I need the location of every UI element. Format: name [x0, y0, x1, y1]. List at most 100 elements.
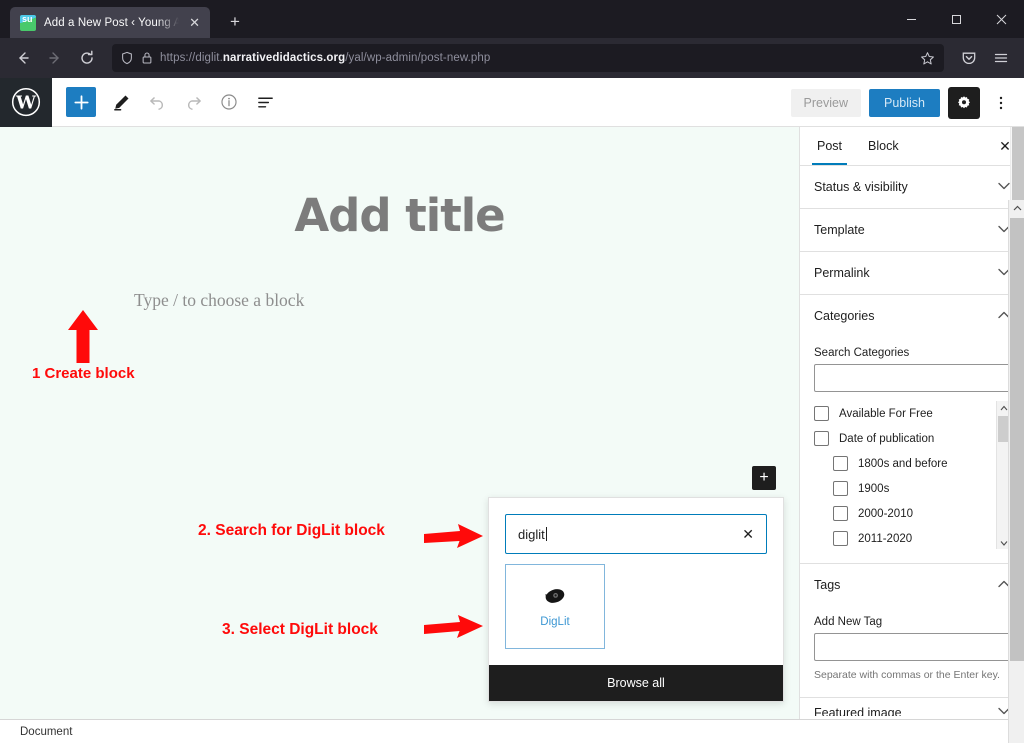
pocket-icon[interactable] [954, 43, 984, 73]
url-text: https://diglit.narrativedidactics.org/ya… [160, 52, 491, 64]
tags-panel-body: Add New Tag Separate with commas or the … [800, 606, 1024, 698]
tab-strip: Add a New Post ‹ Young Adult L ✕ + [0, 0, 1024, 38]
post-title-placeholder[interactable]: Add title [0, 189, 799, 242]
categories-checkbox-list: Available For Free Date of publication 1… [814, 401, 1010, 549]
svg-text:W: W [15, 93, 37, 114]
status-bar: Document [0, 719, 1024, 743]
panel-tags-label: Tags [814, 578, 841, 592]
annotation-arrow-up-icon [66, 309, 100, 369]
category-item[interactable]: 1900s [814, 476, 994, 501]
tags-help-text: Separate with commas or the Enter key. [814, 669, 1000, 681]
navigation-bar: https://diglit.narrativedidactics.org/ya… [0, 38, 1024, 78]
panel-permalink[interactable]: Permalink [800, 252, 1024, 295]
browser-chrome: Add a New Post ‹ Young Adult L ✕ + [0, 0, 1024, 78]
panel-status-visibility-label: Status & visibility [814, 180, 908, 194]
wordpress-logo[interactable]: W [0, 77, 52, 127]
shield-icon[interactable] [120, 51, 134, 65]
block-search-input[interactable]: diglit ✕ [505, 514, 767, 554]
search-categories-input[interactable] [814, 364, 1010, 392]
category-label: Date of publication [839, 432, 935, 445]
toolbar-tools [52, 85, 282, 119]
list-view-icon[interactable] [248, 85, 282, 119]
preview-button[interactable]: Preview [790, 88, 861, 117]
clear-search-icon[interactable]: ✕ [740, 526, 756, 543]
editor-toolbar: W Preview Publish [0, 77, 1024, 127]
reload-icon[interactable] [72, 43, 102, 73]
panel-featured-image[interactable]: Featured image [800, 698, 1024, 716]
minimize-button[interactable] [889, 0, 934, 38]
maximize-button[interactable] [934, 0, 979, 38]
redo-icon[interactable] [176, 85, 210, 119]
category-checkbox[interactable] [833, 481, 848, 496]
add-new-tag-input[interactable] [814, 633, 1010, 661]
category-checkbox[interactable] [833, 531, 848, 546]
panel-permalink-label: Permalink [814, 266, 870, 280]
tab-post[interactable]: Post [804, 127, 855, 165]
settings-sidebar: Post Block ✕ Status & visibility Templat… [799, 127, 1024, 743]
info-icon[interactable] [212, 85, 246, 119]
pencil-icon[interactable] [104, 85, 138, 119]
panel-template[interactable]: Template [800, 209, 1024, 252]
window-controls [889, 0, 1024, 38]
toolbar-actions: Preview Publish [790, 78, 1014, 127]
category-item[interactable]: 2011-2020 [814, 526, 994, 549]
block-result-label: DigLit [540, 616, 570, 628]
panel-categories[interactable]: Categories [800, 295, 1024, 337]
annotation-step-2: 2. Search for DigLit block [198, 522, 385, 539]
paragraph-block[interactable]: Type / to choose a block [0, 290, 799, 311]
page-scroll-up-icon[interactable] [1009, 200, 1024, 216]
paragraph-placeholder: Type / to choose a block [134, 290, 305, 310]
forward-arrow-icon[interactable] [40, 43, 70, 73]
new-tab-button[interactable]: + [224, 11, 246, 32]
panel-tags[interactable]: Tags [800, 564, 1024, 606]
kebab-menu-icon[interactable] [988, 87, 1014, 119]
block-search-value: diglit [518, 527, 740, 542]
category-checkbox[interactable] [814, 406, 829, 421]
add-new-tag-label: Add New Tag [814, 616, 883, 628]
chevron-down-icon [998, 182, 1010, 193]
publish-button[interactable]: Publish [869, 88, 940, 117]
category-item[interactable]: Available For Free [814, 401, 994, 426]
panel-featured-image-label: Featured image [814, 705, 902, 716]
star-icon[interactable] [916, 47, 938, 69]
editor-canvas[interactable]: Add title Type / to choose a block + dig… [0, 127, 799, 743]
site-favicon [20, 14, 36, 31]
category-label: 2011-2020 [858, 532, 913, 545]
page-vertical-scrollbar[interactable] [1008, 200, 1024, 743]
panel-status-visibility[interactable]: Status & visibility [800, 166, 1024, 209]
page-scroll-thumb[interactable] [1010, 218, 1024, 661]
annotation-arrow-right-2-icon [424, 523, 484, 558]
browser-tab[interactable]: Add a New Post ‹ Young Adult L ✕ [10, 7, 210, 38]
tab-close-icon[interactable]: ✕ [187, 14, 202, 31]
category-item[interactable]: 1800s and before [814, 451, 994, 476]
add-block-button[interactable] [66, 87, 96, 117]
gear-icon[interactable] [948, 86, 980, 119]
category-item[interactable]: Date of publication [814, 426, 994, 451]
panel-template-label: Template [814, 223, 865, 237]
category-label: 1800s and before [858, 457, 948, 470]
hamburger-menu-icon[interactable] [986, 43, 1016, 73]
close-button[interactable] [979, 0, 1024, 38]
status-bar-label: Document [20, 725, 73, 738]
block-result-diglit[interactable]: DigLit [505, 564, 605, 649]
category-label: 1900s [858, 482, 890, 495]
tab-block[interactable]: Block [855, 127, 912, 165]
lock-icon[interactable] [141, 51, 153, 65]
annotation-step-3: 3. Select DigLit block [222, 621, 378, 638]
categories-panel-body: Search Categories Available For Free Dat… [800, 337, 1024, 564]
category-checkbox[interactable] [814, 431, 829, 446]
back-arrow-icon[interactable] [8, 43, 38, 73]
browse-all-button[interactable]: Browse all [489, 665, 783, 701]
editor-body: Add title Type / to choose a block + dig… [0, 127, 1024, 743]
search-categories-label: Search Categories [814, 347, 910, 359]
block-inserter-button[interactable]: + [752, 466, 776, 490]
popover-search-area: diglit ✕ [489, 498, 783, 564]
sidebar-tabs: Post Block ✕ [800, 127, 1024, 166]
annotation-step-1: 1 Create block [32, 365, 135, 382]
category-checkbox[interactable] [833, 506, 848, 521]
category-item[interactable]: 2000-2010 [814, 501, 994, 526]
diglit-block-icon [542, 585, 568, 607]
url-bar[interactable]: https://diglit.narrativedidactics.org/ya… [112, 44, 944, 72]
category-checkbox[interactable] [833, 456, 848, 471]
undo-icon[interactable] [140, 85, 174, 119]
